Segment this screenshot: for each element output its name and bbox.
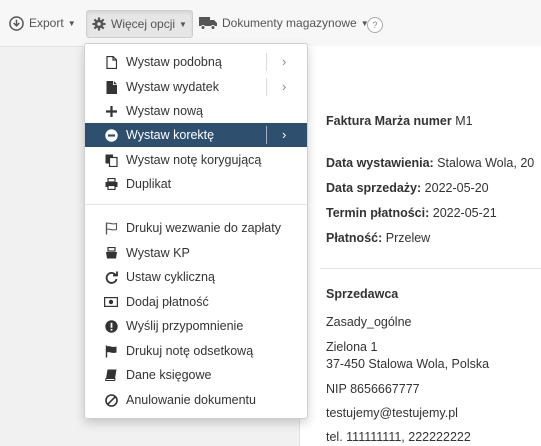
menu-item-expense[interactable]: Wystaw wydatek › <box>85 75 307 99</box>
menu-item-label: Ustaw cykliczną <box>126 270 215 284</box>
warehouse-documents-button[interactable]: Dokumenty magazynowe ▼ <box>199 10 369 36</box>
menu-item-add-payment[interactable]: Dodaj płatność <box>85 290 307 314</box>
seller-street: Zielona 1 <box>326 340 378 354</box>
menu-item-new[interactable]: Wystaw nową <box>85 99 307 123</box>
download-circle-icon <box>9 15 24 31</box>
issue-date-row: Data wystawienia: Stalowa Wola, 20 <box>326 156 535 170</box>
document-icon <box>104 55 118 69</box>
cash-register-icon <box>104 246 118 260</box>
seller-name: Zasady_ogólne <box>326 315 412 329</box>
more-options-label: Więcej opcji <box>111 17 176 31</box>
menu-item-label: Wystaw wydatek <box>126 80 219 94</box>
menu-item-label: Wyślij przypomnienie <box>126 319 244 333</box>
book-icon <box>104 368 118 382</box>
menu-item-cancel-document[interactable]: Anulowanie dokumentu <box>85 388 307 412</box>
menu-item-correction-note[interactable]: Wystaw notę korygującą <box>85 148 307 172</box>
invoice-preview: Faktura Marża numer M1 Data wystawienia:… <box>299 46 541 446</box>
export-label: Export <box>29 16 64 30</box>
seller-city: 37-450 Stalowa Wola, Polska <box>326 357 490 371</box>
more-options-button[interactable]: Więcej opcji ▼ <box>86 10 193 38</box>
chevron-down-icon: ▼ <box>179 19 187 29</box>
minus-circle-icon <box>104 128 118 142</box>
flag-icon <box>104 344 118 358</box>
menu-item-label: Drukuj notę odsetkową <box>126 344 254 358</box>
print-icon <box>104 177 118 191</box>
sale-date-row: Data sprzedaży: 2022-05-20 <box>326 181 489 195</box>
menu-item-label: Wystaw nową <box>126 104 203 118</box>
seller-email: testujemy@testujemy.pl <box>326 406 458 420</box>
menu-item-accounting-data[interactable]: Dane księgowe <box>85 363 307 387</box>
menu-item-label: Drukuj wezwanie do zapłaty <box>126 221 281 235</box>
menu-item-kp[interactable]: Wystaw KP <box>85 241 307 265</box>
menu-item-label: Wystaw korektę <box>126 128 215 142</box>
menu-item-label: Anulowanie dokumentu <box>126 393 256 407</box>
menu-item-duplicate[interactable]: Duplikat <box>85 172 307 196</box>
chevron-down-icon: ▼ <box>67 18 76 28</box>
menu-item-label: Duplikat <box>126 177 172 191</box>
menu-item-label: Wystaw podobną <box>126 55 222 69</box>
more-options-dropdown: Wystaw podobną › Wystaw wydatek › Wystaw… <box>84 43 308 419</box>
truck-icon <box>199 16 217 30</box>
ban-icon <box>104 393 118 407</box>
menu-item-label: Wystaw KP <box>126 246 190 260</box>
due-date-row: Termin płatności: 2022-05-21 <box>326 206 497 220</box>
exclamation-circle-icon <box>104 319 118 333</box>
menu-item-label: Dodaj płatność <box>126 295 209 309</box>
chevron-right-icon[interactable]: › <box>282 79 286 94</box>
export-button[interactable]: Export ▼ <box>9 10 76 36</box>
submenu-divider <box>266 78 267 96</box>
chevron-right-icon[interactable]: › <box>282 127 286 142</box>
menu-item-label: Dane księgowe <box>126 368 212 382</box>
flag-outline-icon <box>104 221 118 235</box>
menu-divider <box>85 204 307 205</box>
refresh-icon <box>104 270 118 284</box>
seller-nip: NIP 8656667777 <box>326 382 420 396</box>
plus-icon <box>104 104 118 118</box>
seller-heading: Sprzedawca <box>326 287 399 301</box>
divider <box>320 268 541 269</box>
seller-phone: tel. 111111111, 222222222 <box>326 430 471 444</box>
copy-icon <box>104 153 118 167</box>
banknote-icon <box>104 295 118 309</box>
menu-item-label: Wystaw notę korygującą <box>126 153 262 167</box>
payment-row: Płatność: Przelew <box>326 231 431 245</box>
toolbar: Export ▼ Więcej opcji ▼ Dokumenty magazy… <box>0 0 541 47</box>
menu-item-payment-demand[interactable]: Drukuj wezwanie do zapłaty <box>85 216 307 240</box>
document-filled-icon <box>104 80 118 94</box>
submenu-divider <box>266 126 267 144</box>
help-icon[interactable]: ? <box>367 17 383 33</box>
menu-item-correction[interactable]: Wystaw korektę › <box>85 123 307 147</box>
menu-item-recurring[interactable]: Ustaw cykliczną <box>85 265 307 289</box>
chevron-right-icon[interactable]: › <box>282 54 286 69</box>
submenu-divider <box>266 53 267 71</box>
warehouse-documents-label: Dokumenty magazynowe <box>222 16 357 30</box>
gear-icon <box>92 17 106 31</box>
menu-item-similar[interactable]: Wystaw podobną › <box>85 50 307 74</box>
invoice-title: Faktura Marża numer M1 <box>326 114 473 128</box>
menu-item-send-reminder[interactable]: Wyślij przypomnienie <box>85 314 307 338</box>
menu-item-interest-note[interactable]: Drukuj notę odsetkową <box>85 339 307 363</box>
